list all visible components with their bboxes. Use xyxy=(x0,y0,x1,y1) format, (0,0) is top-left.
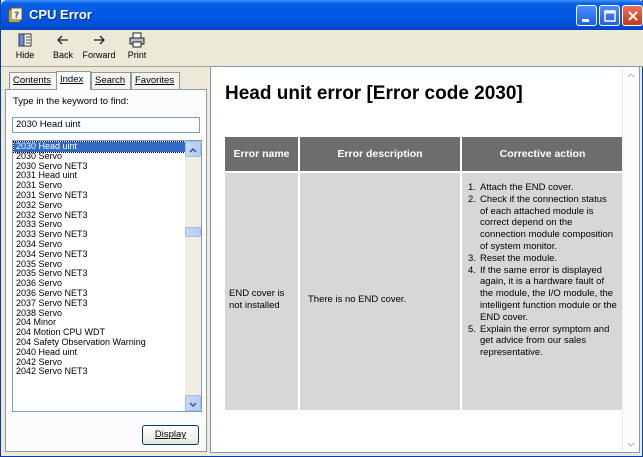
corrective-step: 5. Explain the error symptom and get advi… xyxy=(468,324,617,359)
index-list-item[interactable]: 2042 Servo NET3 xyxy=(14,367,185,377)
step-number: 3. xyxy=(468,252,476,264)
corrective-step: 4. If the same error is displayed again, … xyxy=(468,265,617,324)
error-table: Error name Error description Corrective … xyxy=(225,137,623,410)
content-scrollbar[interactable] xyxy=(622,67,639,452)
tab-search[interactable]: Search xyxy=(91,72,131,89)
minimize-icon xyxy=(582,19,589,22)
help-window: ? CPU Error Hide Back Forward Print Cont… xyxy=(0,0,643,457)
forward-arrow-icon xyxy=(94,35,105,45)
error-name-text: END cover is not installed xyxy=(229,287,285,311)
step-text: Check if the connection status of each a… xyxy=(480,193,614,252)
keyword-label: Type in the keyword to find: xyxy=(13,96,129,107)
header-error-description: Error description xyxy=(300,137,460,171)
index-list-scrollbar[interactable] xyxy=(185,141,201,411)
chevron-up-icon xyxy=(627,73,635,78)
content-pane: Head unit error [Error code 2030] Error … xyxy=(210,66,640,453)
index-listbox[interactable]: 2030 Head uint 2030 Servo 2030 Servo NET3 2… xyxy=(12,140,202,412)
chevron-up-icon xyxy=(189,147,197,153)
hide-label: Hide xyxy=(15,50,35,60)
close-button[interactable] xyxy=(622,5,643,26)
hide-pane-icon xyxy=(18,33,32,47)
chevron-down-icon xyxy=(627,442,635,447)
toolbar: Hide Back Forward Print xyxy=(1,30,643,67)
step-number: 1. xyxy=(468,182,476,193)
index-list: 2030 Head uint 2030 Servo 2030 Servo NET3 2… xyxy=(13,141,186,377)
chevron-down-icon xyxy=(189,402,197,408)
step-number: 2. xyxy=(468,193,476,205)
back-button[interactable]: Back xyxy=(43,32,83,64)
header-error-name: Error name xyxy=(225,137,298,171)
step-text: Attach the END cover. xyxy=(480,182,574,193)
header-corrective-action: Corrective action xyxy=(462,137,623,171)
title-bar[interactable]: ? CPU Error xyxy=(1,0,643,30)
hide-button[interactable]: Hide xyxy=(5,32,45,64)
navigation-pane: Contents Index Search Favorites Type in … xyxy=(5,70,207,452)
back-label: Back xyxy=(52,50,73,60)
help-book-icon: ? xyxy=(8,7,23,23)
close-icon xyxy=(628,11,638,21)
page-title: Head unit error [Error code 2030] xyxy=(225,83,523,104)
back-arrow-icon xyxy=(57,35,68,45)
scroll-up-button[interactable] xyxy=(185,141,201,157)
cell-corrective-action: 1. Attach the END cover. 2. Check if the co… xyxy=(462,173,623,410)
window-title: CPU Error xyxy=(29,7,92,22)
display-button-label: Display xyxy=(154,429,187,440)
tab-index[interactable]: Index xyxy=(56,71,91,90)
tab-favorites[interactable]: Favorites xyxy=(131,72,180,89)
svg-text:?: ? xyxy=(14,11,19,21)
step-text: Explain the error symptom and get advice… xyxy=(480,323,610,359)
step-text: If the same error is displayed again, it… xyxy=(480,264,617,323)
cell-error-description: There is no END cover. xyxy=(300,173,460,410)
corrective-step: 2. Check if the connection status of each… xyxy=(468,194,617,253)
step-number: 4. xyxy=(468,264,476,276)
forward-label: Forward xyxy=(82,50,116,60)
tab-contents[interactable]: Contents xyxy=(9,72,57,89)
cell-error-name: END cover is not installed xyxy=(225,173,298,410)
corrective-step: 1. Attach the END cover. xyxy=(468,182,617,194)
keyword-input[interactable]: 2030 Head uint xyxy=(12,117,200,133)
corrective-step: 3. Reset the module. xyxy=(468,253,617,265)
index-panel: Type in the keyword to find: 2030 Head u… xyxy=(5,89,207,452)
print-label: Print xyxy=(127,50,147,60)
display-button[interactable]: Display xyxy=(142,425,199,445)
printer-icon xyxy=(129,32,145,48)
scroll-down-button[interactable] xyxy=(185,395,201,411)
maximize-icon xyxy=(604,10,616,22)
step-text: Reset the module. xyxy=(480,252,558,264)
error-description-text: There is no END cover. xyxy=(308,293,407,305)
forward-button[interactable]: Forward xyxy=(79,32,119,64)
maximize-button[interactable] xyxy=(599,5,620,26)
minimize-button[interactable] xyxy=(576,5,597,26)
step-number: 5. xyxy=(468,323,476,335)
content-scroll-up-button[interactable] xyxy=(623,67,639,83)
print-button[interactable]: Print xyxy=(117,32,157,64)
scroll-thumb[interactable] xyxy=(185,227,201,237)
content-scroll-down-button[interactable] xyxy=(623,436,639,452)
